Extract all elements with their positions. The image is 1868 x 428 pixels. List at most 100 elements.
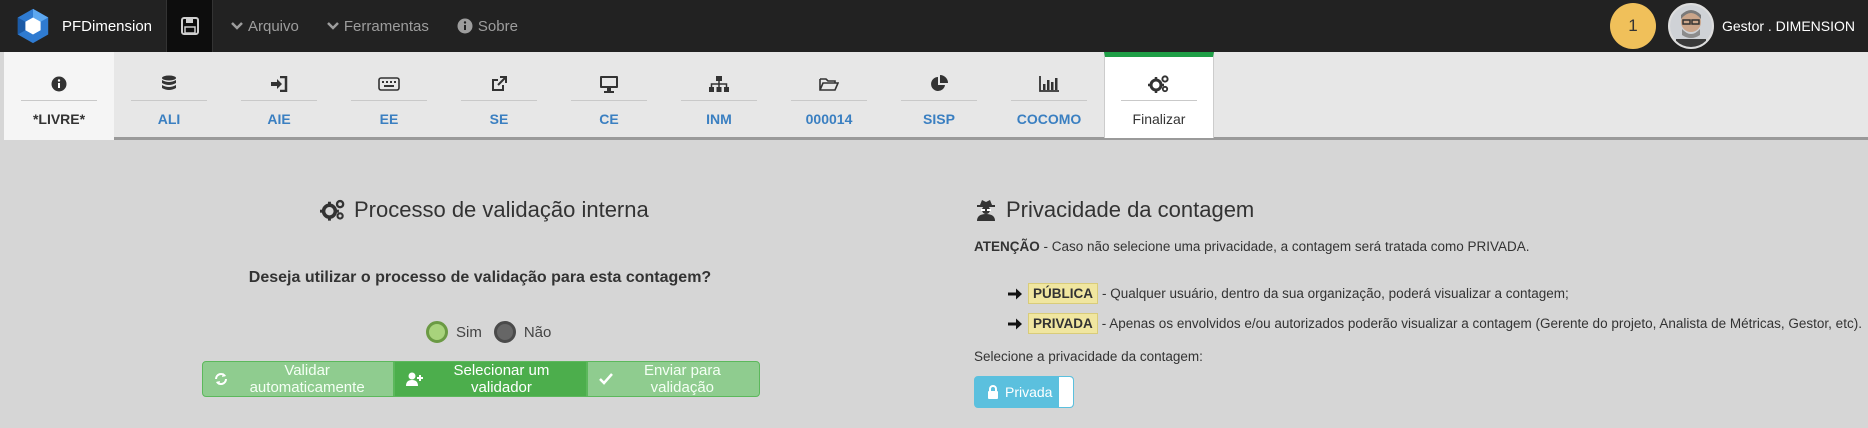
tab-livre[interactable]: *LIVRE*	[4, 52, 114, 140]
arrow-right-icon	[1008, 318, 1022, 330]
folder-open-icon	[819, 74, 839, 94]
tab-finalizar-label: Finalizar	[1132, 111, 1186, 127]
privacy-title-text: Privacidade da contagem	[1006, 197, 1255, 222]
info-icon	[51, 74, 67, 94]
tab-cocomo[interactable]: COCOMO	[994, 52, 1104, 140]
chevron-down-icon	[326, 21, 339, 31]
tab-aie[interactable]: AIE	[224, 52, 334, 140]
tab-ee[interactable]: EE	[334, 52, 444, 140]
tab-separator	[131, 100, 207, 101]
tab-se[interactable]: SE	[444, 52, 554, 140]
privacy-select-label: Selecione a privacidade da contagem:	[974, 349, 1203, 364]
tab-separator	[791, 100, 867, 101]
send-for-validation-button[interactable]: Enviar para validação	[586, 361, 760, 397]
finalize-panel: Processo de validação interna Deseja uti…	[0, 143, 1868, 428]
tab-separator	[461, 100, 537, 101]
menu-ferramentas-label: Ferramentas	[343, 17, 429, 35]
menu-arquivo[interactable]: Arquivo	[217, 0, 313, 52]
privacy-toggle-on: Privada	[975, 384, 1059, 400]
privacy-warning-text: - Caso não selecione uma privacidade, a …	[1039, 239, 1530, 254]
tab-ali[interactable]: ALI	[114, 52, 224, 140]
radio-sim[interactable]	[426, 321, 448, 343]
menu-ferramentas[interactable]: Ferramentas	[313, 0, 443, 52]
tab-separator	[571, 100, 647, 101]
validation-title-text: Processo de validação interna	[354, 197, 649, 222]
tab-ce[interactable]: CE	[554, 52, 664, 140]
pie-chart-icon	[930, 74, 948, 94]
tab-separator	[21, 100, 97, 101]
privacy-warning-label: ATENÇÃO	[974, 239, 1040, 254]
monitor-icon	[599, 74, 619, 94]
validation-title: Processo de validação interna	[320, 197, 649, 223]
user-name[interactable]: Gestor . DIMENSION . C	[1722, 18, 1868, 34]
refresh-icon	[214, 372, 228, 386]
tab-separator	[351, 100, 427, 101]
tab-000014-label: 000014	[805, 111, 853, 127]
privacy-toggle[interactable]: Privada	[974, 376, 1074, 408]
floppy-disk-icon	[180, 17, 199, 35]
nav-right: 1 Gestor . DIMENSION . C	[1610, 0, 1868, 52]
check-icon	[598, 373, 613, 385]
privada-description: - Apenas os envolvidos e/ou autorizados …	[1101, 316, 1862, 331]
gears-icon	[1148, 74, 1170, 94]
tab-finalizar[interactable]: Finalizar	[1104, 52, 1214, 138]
select-validator-button[interactable]: Selecionar um validador	[394, 361, 587, 397]
privada-tag: PRIVADA	[1028, 313, 1098, 334]
tab-sisp[interactable]: SISP	[884, 52, 994, 140]
menu-sobre-label: Sobre	[477, 17, 518, 35]
tab-separator	[681, 100, 757, 101]
tab-sisp-label: SISP	[923, 111, 955, 127]
select-validator-label: Selecionar um validador	[453, 362, 550, 396]
tab-ee-label: EE	[379, 111, 399, 127]
publica-tag: PÚBLICA	[1028, 283, 1098, 304]
info-circle-icon	[457, 18, 473, 34]
tab-separator	[241, 100, 317, 101]
save-button[interactable]	[166, 0, 213, 52]
validation-radio-group: Sim Não	[426, 321, 563, 343]
tab-aie-label: AIE	[267, 111, 291, 127]
wizard-tabs: *LIVRE* ALI AIE EE SE CE INM 000014 SISP…	[4, 52, 1868, 140]
tab-ce-label: CE	[599, 111, 619, 127]
radio-nao[interactable]	[493, 321, 516, 343]
top-navbar: PFDimension Arquivo Ferramentas Sobre 1	[0, 0, 1868, 52]
validate-automatically-label: Validar automaticamente	[249, 362, 365, 396]
brand[interactable]: PFDimension	[0, 0, 166, 52]
lock-icon	[987, 385, 999, 399]
gears-icon	[320, 198, 346, 222]
privacy-toggle-knob[interactable]	[1059, 377, 1073, 407]
tab-livre-label: *LIVRE*	[32, 111, 86, 127]
avatar[interactable]	[1668, 3, 1714, 49]
arrow-right-icon	[1008, 288, 1022, 300]
privacy-toggle-label: Privada	[1005, 384, 1053, 400]
user-secret-icon	[976, 199, 996, 221]
tab-separator	[1121, 100, 1197, 101]
database-icon	[161, 74, 177, 94]
sign-in-icon	[270, 74, 288, 94]
user-plus-icon	[406, 372, 424, 386]
privacy-title: Privacidade da contagem	[976, 197, 1254, 223]
publica-description: - Qualquer usuário, dentro da sua organi…	[1102, 286, 1569, 301]
tab-separator	[1011, 100, 1087, 101]
tab-cocomo-label: COCOMO	[1016, 111, 1082, 127]
user-avatar-icon	[1670, 5, 1712, 47]
privacy-option-publica: PÚBLICA - Qualquer usuário, dentro da su…	[1008, 283, 1569, 304]
validation-button-group: Validar automaticamente Selecionar um va…	[202, 361, 760, 397]
tab-inm[interactable]: INM	[664, 52, 774, 140]
sitemap-icon	[709, 74, 729, 94]
external-link-icon	[491, 74, 507, 94]
keyboard-icon	[378, 74, 400, 94]
notification-badge[interactable]: 1	[1610, 3, 1656, 49]
menu-sobre[interactable]: Sobre	[443, 0, 532, 52]
tab-000014[interactable]: 000014	[774, 52, 884, 140]
radio-nao-label: Não	[523, 323, 552, 341]
menu-arquivo-label: Arquivo	[248, 17, 299, 35]
validation-question: Deseja utilizar o processo de validação …	[248, 269, 712, 286]
tab-ali-label: ALI	[157, 111, 181, 127]
tab-inm-label: INM	[706, 111, 732, 127]
privacy-warning: ATENÇÃO - Caso não selecione uma privaci…	[974, 239, 1530, 254]
validate-automatically-button[interactable]: Validar automaticamente	[202, 361, 395, 397]
brand-name: PFDimension	[62, 17, 153, 35]
radio-sim-label: Sim	[456, 323, 482, 341]
chevron-down-icon	[231, 21, 243, 31]
privacy-option-privada: PRIVADA - Apenas os envolvidos e/ou auto…	[1008, 313, 1862, 334]
